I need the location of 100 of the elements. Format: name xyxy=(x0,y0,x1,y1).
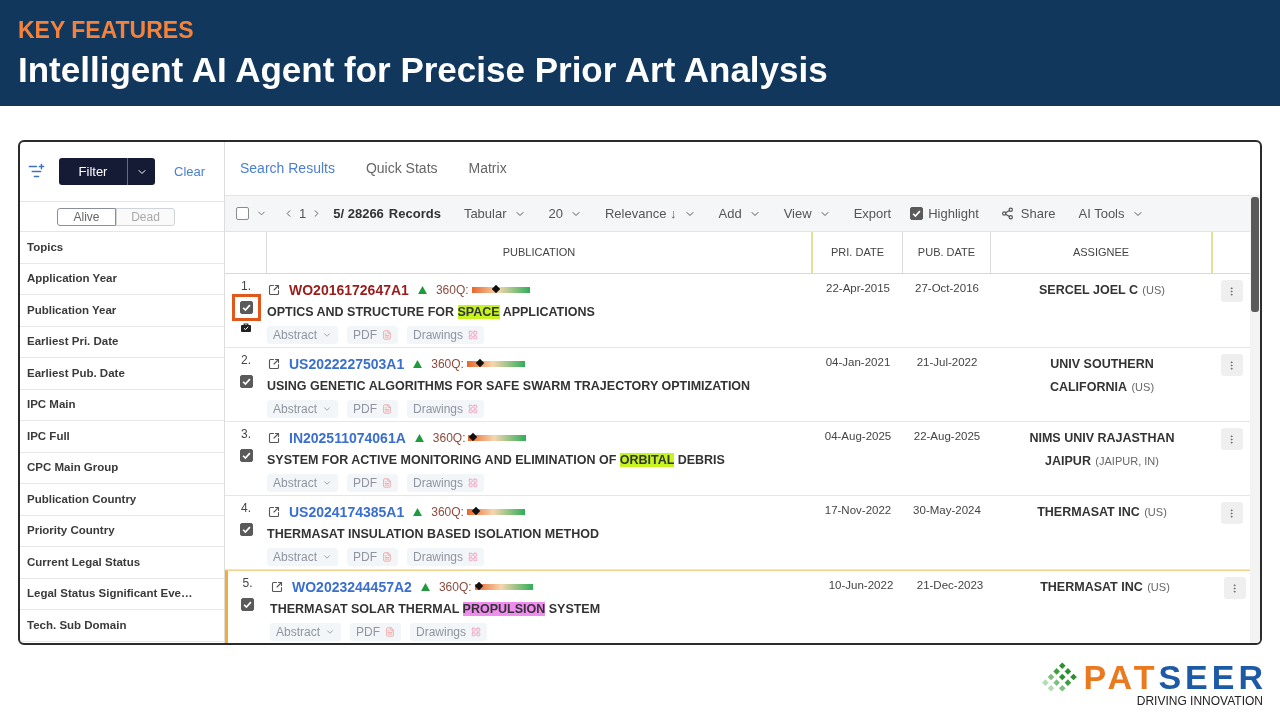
tab[interactable]: Search Results xyxy=(240,158,335,179)
filter-category[interactable]: Publication Year xyxy=(20,295,224,327)
tab[interactable]: Quick Stats xyxy=(365,158,438,179)
filter-category[interactable]: Earliest Pub. Date xyxy=(20,358,224,390)
grid-icon xyxy=(468,404,479,414)
share-button[interactable]: Share xyxy=(1000,203,1056,224)
dropdown-button[interactable]: Tabular xyxy=(463,203,526,224)
publication-number-link[interactable]: US2022227503A1 xyxy=(289,353,405,375)
external-link-icon[interactable] xyxy=(268,358,280,370)
filter-category[interactable]: Current Legal Status xyxy=(20,547,224,579)
patent-title: THERMASAT SOLAR THERMAL PROPULSION SYSTEM xyxy=(270,601,602,618)
assignee-text: SERCEL JOEL C (US) xyxy=(1039,282,1165,299)
records-label: Records xyxy=(388,204,441,223)
tab[interactable]: Matrix xyxy=(468,158,507,179)
column-header[interactable]: ASSIGNEE xyxy=(1072,244,1130,261)
record-count: 5/ 28266 xyxy=(333,204,384,223)
filter-button[interactable]: Filter xyxy=(59,158,127,185)
row-checkbox[interactable] xyxy=(239,449,253,462)
date-cell-text: 22-Aug-2025 xyxy=(913,429,981,444)
grid-icon xyxy=(471,627,482,637)
filter-category[interactable]: CPC Main Group xyxy=(20,452,224,484)
caret-icon xyxy=(322,404,332,414)
triangle-icon xyxy=(420,583,430,591)
filter-menu-button[interactable] xyxy=(127,158,155,185)
select-all-checkbox[interactable] xyxy=(236,207,249,220)
dropdown-button[interactable]: Relevance ↓ xyxy=(605,203,696,224)
column-header[interactable]: PUB. DATE xyxy=(917,244,976,261)
column-header[interactable]: PRI. DATE xyxy=(831,244,884,261)
column-header[interactable]: PUBLICATION xyxy=(502,244,576,261)
caret-icon xyxy=(322,478,332,488)
pdf-file-icon xyxy=(382,404,392,414)
checkbox-toggle[interactable]: Highlight xyxy=(910,203,979,224)
row-checkbox[interactable] xyxy=(239,301,253,314)
status-toggle-option[interactable]: Alive xyxy=(57,207,116,226)
filter-category[interactable]: Publication Country xyxy=(20,484,224,516)
filter-category[interactable]: Legal Status Significant Eve… xyxy=(20,578,224,610)
row-number: 5. xyxy=(242,576,253,590)
filter-category[interactable]: Tech. Sub Domain xyxy=(20,610,224,642)
patent-title: OPTICS AND STRUCTURE FOR SPACE APPLICATIONS xyxy=(267,304,596,321)
row-number: 2. xyxy=(241,353,251,367)
row-checkbox[interactable] xyxy=(241,598,254,611)
external-link-icon[interactable] xyxy=(271,581,283,593)
grid-icon xyxy=(468,552,479,562)
date-cell-text: 17-Nov-2022 xyxy=(824,503,892,518)
pdf-file-icon xyxy=(382,552,392,562)
external-link-icon[interactable] xyxy=(268,432,280,444)
pdf-file-icon xyxy=(382,478,392,488)
dropdown-button[interactable]: View xyxy=(783,203,831,224)
patent-title: USING GENETIC ALGORITHMS FOR SAFE SWARM TRAJECTORY OPTIMIZATION xyxy=(267,378,752,395)
filter-add-icon[interactable] xyxy=(28,163,45,180)
clear-link[interactable]: Clear xyxy=(174,161,206,182)
caret-icon xyxy=(322,552,332,562)
scrollbar-thumb[interactable] xyxy=(1251,197,1259,312)
row-number: 3. xyxy=(241,427,251,441)
row-number: 4. xyxy=(241,501,251,515)
date-cell-text: 27-Oct-2016 xyxy=(915,281,979,296)
grid-icon xyxy=(468,478,479,488)
toolbar-button[interactable]: Export xyxy=(853,203,892,224)
filter-category[interactable]: Priority Country xyxy=(20,515,224,547)
slide-title: Intelligent AI Agent for Precise Prior Art Analysis xyxy=(18,49,828,91)
assignee-text: NIMS UNIV RAJASTHAN JAIPUR (JAIPUR, IN) xyxy=(1028,430,1176,470)
filter-category[interactable]: IPC Main xyxy=(20,389,224,421)
page-number: 1 xyxy=(299,204,307,223)
publication-number-link[interactable]: WO2016172647A1 xyxy=(289,279,409,301)
patent-title: SYSTEM FOR ACTIVE MONITORING AND ELIMINATION OF ORBITAL DEBRIS xyxy=(267,452,726,469)
filter-category[interactable]: IPC Full xyxy=(20,421,224,453)
caret-icon xyxy=(325,627,335,637)
pdf-file-icon xyxy=(382,330,392,340)
logo-wordmark: PATSEER xyxy=(1083,662,1267,692)
dropdown-button[interactable]: 20 xyxy=(548,203,582,224)
date-cell-text: 10-Jun-2022 xyxy=(828,578,894,593)
quality-label: 360Q: xyxy=(435,282,469,299)
date-cell-text: 30-May-2024 xyxy=(913,503,981,518)
external-link-icon[interactable] xyxy=(268,284,280,296)
checkbox[interactable] xyxy=(910,207,924,220)
filter-category[interactable]: Application Year xyxy=(20,263,224,295)
share-icon xyxy=(1000,207,1014,220)
triangle-icon xyxy=(417,286,427,294)
triangle-icon xyxy=(414,434,424,442)
caret-icon xyxy=(322,330,332,340)
publication-number-link[interactable]: US2024174385A1 xyxy=(289,501,405,523)
external-link-icon[interactable] xyxy=(268,506,280,518)
filter-category[interactable]: Topics xyxy=(20,232,224,264)
dropdown-button[interactable]: Add xyxy=(718,203,761,224)
row-number: 1. xyxy=(241,279,251,293)
triangle-icon xyxy=(413,360,423,368)
quality-label: 360Q: xyxy=(431,504,464,521)
publication-number-link[interactable]: WO2023244457A2 xyxy=(292,576,412,598)
patent-title: THERMASAT INSULATION BASED ISOLATION METHOD xyxy=(267,526,600,543)
filter-category[interactable]: Earliest Pri. Date xyxy=(20,326,224,358)
publication-number-link[interactable]: IN202511074061A xyxy=(289,427,406,449)
assignee-text: THERMASAT INC (US) xyxy=(1040,579,1170,596)
grid-icon xyxy=(468,330,479,340)
row-checkbox[interactable] xyxy=(239,523,253,536)
logo-tagline: DRIVING INNOVATION xyxy=(1136,694,1263,708)
assignee-text: THERMASAT INC (US) xyxy=(1037,504,1167,521)
row-checkbox[interactable] xyxy=(239,375,253,388)
dropdown-button[interactable]: AI Tools xyxy=(1078,203,1144,224)
date-cell-text: 04-Jan-2021 xyxy=(825,355,891,370)
quality-label: 360Q: xyxy=(432,430,466,447)
